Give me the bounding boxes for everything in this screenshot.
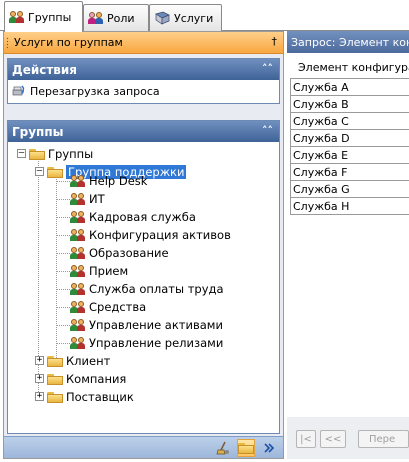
folder-icon bbox=[47, 373, 63, 385]
tree-node-label: Поставщик bbox=[66, 389, 134, 404]
table-row[interactable]: Служба C bbox=[290, 113, 409, 130]
table-row[interactable]: Служба G bbox=[290, 181, 409, 198]
tree-node-vendor[interactable]: + Поставщик bbox=[35, 388, 134, 405]
reload-query-action[interactable]: Перезагрузка запроса bbox=[8, 80, 279, 102]
expand-toggle-icon[interactable]: + bbox=[35, 374, 44, 383]
tree-node-hr[interactable]: Кадровая служба bbox=[70, 208, 196, 225]
table-row[interactable]: Служба A bbox=[290, 79, 409, 96]
collapse-chevron-icon[interactable]: ˄˄ bbox=[262, 62, 273, 75]
groups-group: Группы ˄˄ – Группы – Группа поддержки He… bbox=[7, 120, 280, 434]
pager-bar: |< << Пере bbox=[287, 417, 409, 459]
tree-node-education[interactable]: Образование bbox=[70, 244, 169, 261]
tab-groups-label: Группы bbox=[28, 10, 72, 24]
tree-node-label: Средства bbox=[89, 299, 147, 314]
pane-title: Услуги по группам bbox=[14, 36, 123, 49]
tree-node-release-management[interactable]: Управление релизами bbox=[70, 334, 223, 351]
people-icon bbox=[70, 282, 86, 296]
table-row[interactable]: Служба F bbox=[290, 164, 409, 181]
actions-group: Действия ˄˄ Перезагрузка запроса bbox=[7, 58, 280, 104]
tree-node-reception[interactable]: Прием bbox=[70, 262, 128, 279]
tree-node-asset-management[interactable]: Управление активами bbox=[70, 316, 223, 333]
people-icon bbox=[70, 246, 86, 260]
pin-icon[interactable]: † bbox=[272, 35, 278, 48]
tree-node-label: Компания bbox=[66, 371, 127, 386]
actions-group-header[interactable]: Действия ˄˄ bbox=[8, 59, 279, 80]
tree-node-it[interactable]: ИТ bbox=[70, 190, 105, 207]
tab-groups[interactable]: Группы bbox=[4, 1, 83, 32]
tree-node-company[interactable]: + Компания bbox=[35, 370, 126, 387]
tree-node-label: Кадровая служба bbox=[89, 209, 196, 224]
tree-node-root[interactable]: – Группы bbox=[17, 145, 93, 162]
tree-node-label: Группы bbox=[48, 146, 94, 161]
double-chevron-right-icon bbox=[264, 443, 275, 453]
tree-node-label: Образование bbox=[89, 245, 169, 260]
book-icon bbox=[155, 11, 170, 25]
tree-node-asset-config[interactable]: Конфигурация активов bbox=[70, 226, 231, 243]
people-icon bbox=[70, 300, 86, 314]
roles-icon bbox=[88, 11, 104, 25]
people-icon bbox=[70, 336, 86, 350]
folder-view-button[interactable] bbox=[237, 439, 255, 457]
tree-node-label: ИТ bbox=[89, 191, 105, 206]
tab-roles[interactable]: Роли bbox=[83, 4, 149, 31]
folder-icon bbox=[238, 442, 254, 454]
more-options-button[interactable] bbox=[260, 439, 278, 457]
people-icon bbox=[70, 228, 86, 242]
folder-open-icon bbox=[29, 148, 45, 160]
tab-roles-label: Роли bbox=[107, 11, 135, 25]
folder-open-icon bbox=[47, 166, 63, 178]
broom-icon bbox=[216, 441, 229, 455]
people-icon bbox=[9, 10, 25, 24]
reload-query-label: Перезагрузка запроса bbox=[30, 84, 160, 98]
column-header-config-item[interactable]: Элемент конфигурации bbox=[290, 57, 409, 79]
tree-node-facilities[interactable]: Средства bbox=[70, 298, 146, 315]
first-page-button[interactable]: |< bbox=[296, 430, 316, 448]
pane-footer-toolbar bbox=[4, 436, 283, 458]
tree-node-label: Управление релизами bbox=[89, 335, 224, 350]
tree-node-label: Конфигурация активов bbox=[89, 227, 231, 242]
tree-node-payroll[interactable]: Служба оплаты труда bbox=[70, 280, 224, 297]
people-icon bbox=[70, 210, 86, 224]
next-page-button[interactable]: Пере bbox=[358, 430, 409, 448]
tree-node-client[interactable]: + Клиент bbox=[35, 352, 110, 369]
drag-grip-icon[interactable] bbox=[6, 37, 9, 49]
table-row[interactable]: Служба D bbox=[290, 130, 409, 147]
groups-tree: – Группы – Группа поддержки Help Desk ИТ… bbox=[8, 142, 279, 429]
people-icon bbox=[70, 264, 86, 278]
table-row[interactable]: Служба H bbox=[290, 198, 409, 215]
people-icon bbox=[70, 174, 86, 188]
pane-header: Услуги по группам † bbox=[4, 32, 283, 54]
tree-node-label: Служба оплаты труда bbox=[89, 281, 224, 296]
tree-node-help-desk[interactable]: Help Desk bbox=[70, 172, 147, 189]
right-pane-title: Запрос: Элемент конфигурации bbox=[291, 35, 409, 49]
table-row[interactable]: Служба B bbox=[290, 96, 409, 113]
broom-button[interactable] bbox=[214, 439, 232, 457]
folder-icon bbox=[47, 355, 63, 367]
people-icon bbox=[70, 318, 86, 332]
tree-node-label: Help Desk bbox=[89, 173, 148, 188]
people-icon bbox=[70, 192, 86, 206]
tree-node-label: Клиент bbox=[66, 353, 111, 368]
actions-group-title: Действия bbox=[12, 62, 78, 77]
collapse-chevron-icon[interactable]: ˄˄ bbox=[262, 124, 273, 137]
tree-node-label: Управление активами bbox=[89, 317, 223, 332]
top-tab-strip: Группы Роли Услуги bbox=[0, 0, 409, 32]
pane-body: Действия ˄˄ Перезагрузка запроса Группы … bbox=[4, 54, 283, 436]
tab-services-label: Услуги bbox=[174, 11, 214, 25]
collapse-toggle-icon[interactable]: – bbox=[35, 167, 44, 176]
expand-toggle-icon[interactable]: + bbox=[35, 356, 44, 365]
tree-node-label: Прием bbox=[89, 263, 129, 278]
collapse-toggle-icon[interactable]: – bbox=[17, 149, 26, 158]
services-by-groups-pane: Услуги по группам † Действия ˄˄ Перезагр… bbox=[3, 31, 284, 459]
table-row[interactable]: Служба E bbox=[290, 147, 409, 164]
expand-toggle-icon[interactable]: + bbox=[35, 392, 44, 401]
groups-group-title: Группы bbox=[12, 124, 64, 139]
folder-icon bbox=[47, 391, 63, 403]
groups-group-header[interactable]: Группы ˄˄ bbox=[8, 121, 279, 142]
reload-icon bbox=[12, 85, 25, 96]
query-results-pane: Запрос: Элемент конфигурации Элемент кон… bbox=[287, 31, 409, 459]
right-pane-header: Запрос: Элемент конфигурации bbox=[287, 31, 409, 53]
prev-page-button[interactable]: << bbox=[320, 430, 346, 448]
tab-services[interactable]: Услуги bbox=[149, 4, 222, 31]
